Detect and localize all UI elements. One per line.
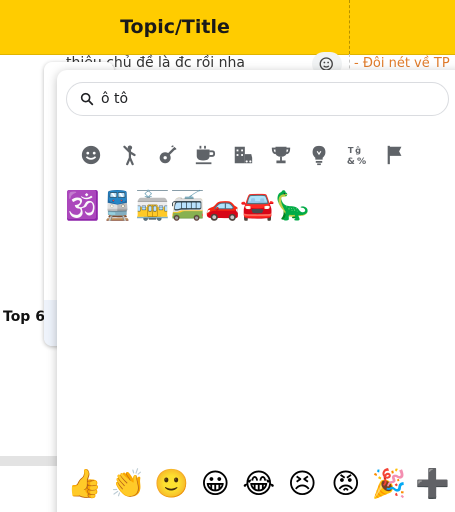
emoji-angry[interactable]: 😡 <box>324 464 368 504</box>
svg-text:&: & <box>347 156 355 166</box>
emoji-result-trolleybus[interactable]: 🚎 <box>170 188 205 224</box>
screen: Topic/Title thiêu chủ đề là đc rồi nha -… <box>0 0 455 512</box>
emoji-picker: Tĝ&% 🕉️ 🚆 🚋 🚎 🚗 🚘 🦕 👍 👏 🙂 😀 😂 😣 😡 🎉 ➕ <box>57 70 455 512</box>
emoji-clapping-hands[interactable]: 👏 <box>107 464 151 504</box>
emoji-result-sauropod[interactable]: 🦕 <box>275 188 310 224</box>
column-header-title[interactable]: Topic/Title <box>0 0 350 54</box>
add-emoji-button[interactable]: ➕ <box>411 464 455 504</box>
people-icon[interactable] <box>115 141 143 169</box>
objects-icon[interactable] <box>305 141 333 169</box>
svg-text:T: T <box>348 145 354 155</box>
svg-text:ĝ: ĝ <box>355 145 361 155</box>
emoji-tears-of-joy[interactable]: 😂 <box>237 464 281 504</box>
emoji-result-tram-car[interactable]: 🚋 <box>135 188 170 224</box>
emoji-result-train[interactable]: 🚆 <box>100 188 135 224</box>
trophy-icon[interactable] <box>267 141 295 169</box>
emoji-result-automobile[interactable]: 🚗 <box>205 188 240 224</box>
emoji-party-popper[interactable]: 🎉 <box>368 464 412 504</box>
emoji-slightly-smiling[interactable]: 🙂 <box>150 464 194 504</box>
svg-text:%: % <box>357 156 366 166</box>
emoji-search-box[interactable] <box>66 82 449 116</box>
frequent-emoji-row: 👍 👏 🙂 😀 😂 😣 😡 🎉 ➕ <box>63 464 455 504</box>
column-divider <box>349 0 350 54</box>
emoji-result-oncoming-automobile[interactable]: 🚘 <box>240 188 275 224</box>
horizontal-scrollbar[interactable] <box>0 456 60 466</box>
flags-icon[interactable] <box>381 141 409 169</box>
emoji-thumbs-up[interactable]: 👍 <box>63 464 107 504</box>
emoji-results-row: 🕉️ 🚆 🚋 🚎 🚗 🚘 🦕 <box>65 186 445 226</box>
travel-icon[interactable] <box>229 141 257 169</box>
activities-icon[interactable] <box>153 141 181 169</box>
emoji-persevering[interactable]: 😣 <box>281 464 325 504</box>
emoji-search-input[interactable] <box>101 91 421 107</box>
row-label: Top 6 <box>3 309 45 325</box>
emoji-category-bar: Tĝ &% <box>77 140 447 170</box>
emoji-grinning[interactable]: 😀 <box>194 464 238 504</box>
search-icon <box>80 92 94 106</box>
food-icon[interactable] <box>191 141 219 169</box>
cell-right-text[interactable]: - Đôi nét về TP <box>354 56 450 71</box>
symbols-icon[interactable]: Tĝ &% <box>343 141 371 169</box>
emoji-result-om[interactable]: 🕉️ <box>65 188 100 224</box>
smileys-icon[interactable] <box>77 141 105 169</box>
